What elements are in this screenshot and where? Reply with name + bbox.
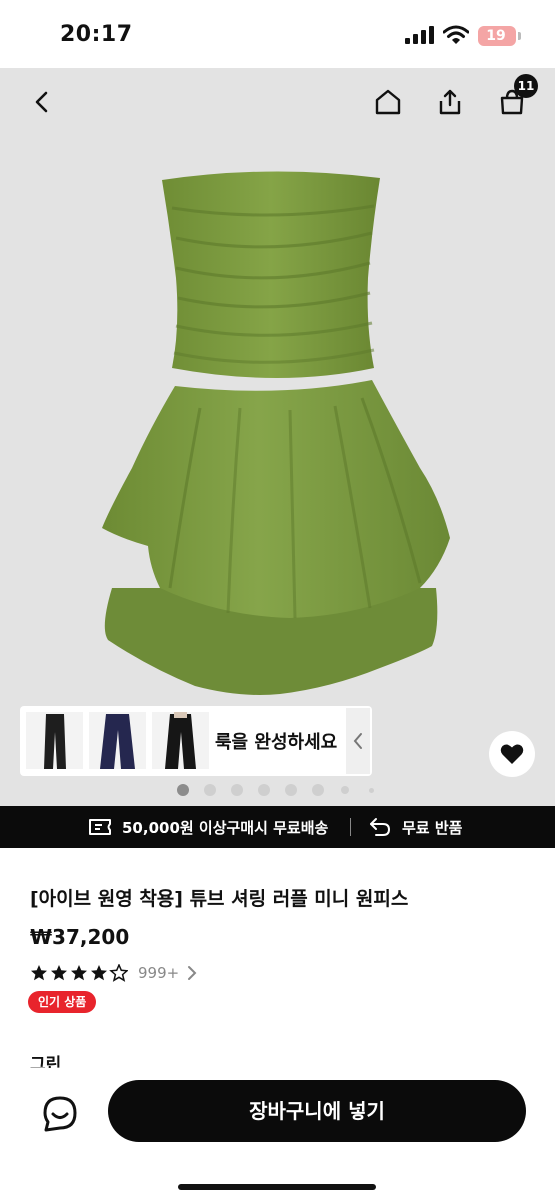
pants-image bbox=[44, 714, 66, 769]
look-thumbnail[interactable] bbox=[152, 712, 209, 769]
carousel-dot[interactable] bbox=[369, 788, 374, 793]
product-title: [아이브 원영 착용] 튜브 셔링 러플 미니 원피스 bbox=[30, 888, 409, 910]
carousel-dot[interactable] bbox=[285, 784, 297, 796]
look-thumbnail[interactable] bbox=[89, 712, 146, 769]
carousel-dot[interactable] bbox=[312, 784, 324, 796]
home-indicator bbox=[178, 1184, 376, 1190]
divider bbox=[350, 818, 351, 836]
wifi-icon bbox=[443, 25, 469, 44]
look-label: 룩을 완성하세요 bbox=[215, 732, 338, 753]
chevron-left-icon bbox=[353, 733, 362, 749]
cellular-signal-icon bbox=[405, 26, 434, 44]
popular-badge: 인기 상품 bbox=[28, 991, 97, 1013]
free-return-text: 무료 반품 bbox=[402, 819, 463, 837]
home-icon bbox=[375, 89, 401, 115]
chevron-left-icon bbox=[35, 91, 48, 113]
add-to-cart-button[interactable]: 장바구니에 넣기 bbox=[108, 1080, 526, 1142]
pants-image bbox=[100, 714, 135, 769]
carousel-pagination bbox=[0, 784, 555, 796]
product-price: ₩37,200 bbox=[30, 925, 130, 949]
pants-image bbox=[165, 712, 196, 769]
chat-button[interactable] bbox=[38, 1092, 82, 1136]
product-rating[interactable]: 999+ bbox=[30, 963, 197, 983]
ticket-icon bbox=[89, 819, 111, 835]
carousel-dot[interactable] bbox=[177, 784, 189, 796]
free-shipping-text: 50,000원 이상구매시 무료배송 bbox=[122, 819, 329, 837]
cart-count-badge: 11 bbox=[514, 74, 538, 98]
status-bar: 20:17 19 bbox=[0, 0, 555, 68]
chevron-right-icon bbox=[188, 966, 197, 980]
share-icon bbox=[439, 89, 461, 115]
product-image-carousel[interactable]: 11 룩을 완성하세요 bbox=[0, 68, 555, 806]
carousel-dot[interactable] bbox=[231, 784, 243, 796]
carousel-dot[interactable] bbox=[204, 784, 216, 796]
home-button[interactable] bbox=[366, 80, 410, 124]
product-image bbox=[102, 171, 450, 695]
status-time: 20:17 bbox=[60, 22, 133, 47]
heart-icon bbox=[500, 744, 524, 764]
carousel-dot[interactable] bbox=[341, 786, 349, 794]
battery-level: 19 bbox=[486, 28, 506, 44]
star-rating-icon bbox=[31, 964, 128, 982]
carousel-dot[interactable] bbox=[258, 784, 270, 796]
return-icon bbox=[370, 818, 391, 836]
chat-icon bbox=[43, 1096, 77, 1132]
share-button[interactable] bbox=[428, 80, 472, 124]
complete-the-look-card[interactable]: 룩을 완성하세요 bbox=[20, 706, 372, 776]
back-button[interactable] bbox=[20, 80, 64, 124]
look-thumbnail[interactable] bbox=[26, 712, 83, 769]
wishlist-button[interactable] bbox=[489, 731, 535, 777]
review-count: 999+ bbox=[138, 964, 180, 982]
look-collapse-button[interactable] bbox=[346, 708, 370, 774]
battery-indicator: 19 bbox=[478, 26, 521, 46]
bottom-action-bar: 장바구니에 넣기 bbox=[0, 1068, 555, 1200]
shipping-banner: 50,000원 이상구매시 무료배송 무료 반품 bbox=[0, 806, 555, 848]
